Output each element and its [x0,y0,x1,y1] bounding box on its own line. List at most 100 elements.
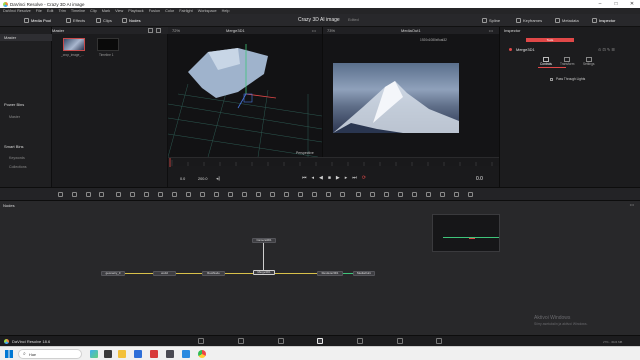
material-tool-icon[interactable] [440,192,445,197]
metadata-button[interactable]: Metadata [555,17,579,24]
node-editor-menu-icon[interactable]: ••• [630,202,634,207]
menu-mark[interactable]: Mark [102,9,110,13]
particles-tool-icon[interactable] [256,192,261,197]
render-start-time[interactable]: 0.0 [180,177,185,181]
page-media-icon[interactable] [198,338,204,344]
smart-bin-keywords[interactable]: Keywords [9,156,25,160]
menu-help[interactable]: Help [222,9,230,13]
node-world[interactable]: world [153,271,176,276]
current-time[interactable]: 0.0 [476,176,483,182]
grid-view-icon[interactable] [148,28,153,33]
render-end-time[interactable]: 200.0 [198,177,208,181]
minimize-button[interactable]: – [592,0,608,8]
menu-view[interactable]: View [115,9,123,13]
inspector-node-actions-icon[interactable]: ⊙ ⊡ ✎ ☰ [598,47,615,52]
spline-button[interactable]: Spline [482,17,500,24]
light-tool-icon[interactable] [326,192,331,197]
step-back-icon[interactable]: ◂ [312,175,315,181]
fbx-tool-icon[interactable] [370,192,375,197]
time-ruler[interactable] [168,157,499,167]
viewer-left[interactable]: 72% Merge3D1 ••• Perspective [168,27,322,157]
taskbar-file-explorer-icon[interactable] [118,350,126,358]
blur-tool-icon[interactable] [172,192,177,197]
brush-tool-icon[interactable] [99,192,104,197]
viewer-right-zoom[interactable]: 73% [327,28,335,33]
loop-icon[interactable]: ⟳ [362,175,366,181]
renderer3d-tool-icon[interactable] [340,192,345,197]
page-edit-icon[interactable] [278,338,284,344]
menu-clip[interactable]: Clip [90,9,97,13]
viewer-left-zoom[interactable]: 72% [172,28,180,33]
smart-bin-collections[interactable]: Collections [9,165,27,169]
go-to-start-icon[interactable]: ⏮ [302,175,307,181]
nodes-button[interactable]: Nodes [122,17,141,24]
menu-edit[interactable]: Edit [47,9,54,13]
node-camera3d[interactable]: Camera3D1 [252,238,276,243]
taskbar-task-view-icon[interactable] [104,350,112,358]
menu-playback[interactable]: Playback [128,9,143,13]
list-view-icon[interactable] [156,28,161,33]
play-icon[interactable]: ▶ [336,175,340,181]
menu-color[interactable]: Color [165,9,174,13]
alembic-tool-icon[interactable] [384,192,389,197]
node-geometry[interactable]: geometry_0 [101,271,125,276]
pass-through-lights-row[interactable]: Pass Through Lights [550,77,585,81]
bspline-tool-icon[interactable] [144,192,149,197]
menu-timeline[interactable]: Timeline [71,9,85,13]
clip-thumbnail-timeline[interactable] [97,38,119,51]
tab-settings[interactable]: Settings [583,57,595,66]
menu-workspace[interactable]: Workspace [198,9,217,13]
power-bin-master[interactable]: Master [9,115,20,119]
node-navigator[interactable] [432,214,500,252]
page-fusion-icon[interactable] [317,338,323,344]
page-deliver-icon[interactable] [436,338,442,344]
node-renderer3d[interactable]: Renderer3D1 [317,271,343,276]
merge3d-tool-icon[interactable] [356,192,361,197]
windows-start-icon[interactable] [5,350,13,358]
node-mediaout[interactable]: MediaOut1 [353,271,375,276]
tab-controls[interactable]: Controls [540,57,552,66]
taskbar-store-icon[interactable] [182,350,190,358]
clips-button[interactable]: Clips [96,17,112,24]
go-to-end-icon[interactable]: ⏭ [352,175,357,181]
node-rootnode[interactable]: RootNode [202,271,225,276]
inspector-button[interactable]: Inspector [592,17,615,24]
page-cut-icon[interactable] [238,338,244,344]
paint-tool-icon[interactable] [72,192,77,197]
close-button[interactable]: ✕ [624,0,640,8]
uvmap-tool-icon[interactable] [412,192,417,197]
menu-trim[interactable]: Trim [58,9,65,13]
page-color-icon[interactable] [357,338,363,344]
text-tool-icon[interactable] [86,192,91,197]
step-forward-icon[interactable]: ▸ [345,175,348,181]
taskbar-app-icon-dark[interactable] [166,350,174,358]
menu-davinci[interactable]: DaVinci Resolve [3,9,31,13]
play-reverse-icon[interactable]: ◀ [319,175,323,181]
tools-tab[interactable]: Tools [526,38,574,42]
node-merge3d[interactable]: Merge3D1 [253,270,275,275]
taskbar-chrome-icon[interactable] [198,350,206,358]
page-fairlight-icon[interactable] [397,338,403,344]
bin-master[interactable]: Master [0,34,52,41]
replace-normals-tool-icon[interactable] [468,192,473,197]
viewer-right[interactable]: 73% MediaOut1 ••• 1920x1080xfloat32 [322,27,499,157]
stop-icon[interactable]: ■ [328,175,331,181]
text3d-tool-icon[interactable] [284,192,289,197]
background-tool-icon[interactable] [58,192,63,197]
pass-through-checkbox[interactable] [550,77,553,81]
polygon-tool-icon[interactable] [130,192,135,197]
taskbar-app-icon-red[interactable] [150,350,158,358]
transform-tool-icon[interactable] [200,192,205,197]
gizmo-z-axis[interactable] [237,93,247,109]
resize-tool-icon[interactable] [214,192,219,197]
taskbar-search[interactable]: ⌕ Hae [18,349,82,359]
gizmo-x-axis[interactable] [245,93,277,99]
color-correct-tool-icon[interactable] [186,192,191,197]
tab-transform[interactable]: Transform [560,57,574,66]
loader-tool-icon[interactable] [228,192,233,197]
merge-tool-icon[interactable] [158,192,163,197]
shape3d-tool-icon[interactable] [270,192,275,197]
effects-button[interactable]: Effects [66,17,85,24]
mask-tool-icon[interactable] [116,192,121,197]
camera3d-tool-icon[interactable] [312,192,317,197]
